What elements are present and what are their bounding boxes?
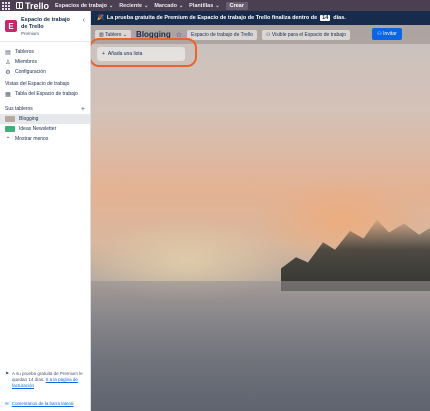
banner-text-end: días. [333, 15, 346, 21]
chevron-down-icon: ⌄ [144, 2, 149, 9]
members-icon: ♙ [5, 59, 11, 66]
visibility-icon: ⚇ [265, 31, 271, 38]
workspace-plan: Premium [21, 31, 40, 36]
sidebar-board-blogging[interactable]: Blogging [0, 114, 90, 124]
boards-heading: Sus tableros + [0, 104, 90, 114]
board-icon: ▤ [5, 49, 11, 56]
banner-text: La prueba gratuita de Premium de Espacio… [106, 15, 318, 21]
sidebar-item-label: Tableros [15, 49, 34, 55]
board-view-icon: ▥ [99, 31, 104, 38]
show-less-button[interactable]: ⌃ Mostrar menos [0, 134, 90, 144]
views-heading: Vistas del Espacio de trabajo [5, 81, 70, 87]
board-thumbnail [5, 126, 15, 132]
add-board-icon[interactable]: + [81, 106, 85, 113]
workspace-button[interactable]: Espacio de trabajo de Trello [186, 29, 257, 40]
sidebar-item-label: Tabla del Espacio de trabajo [15, 91, 78, 97]
app-switcher-icon[interactable] [2, 1, 10, 10]
sidebar-board-ideas-newsletter[interactable]: Ideas Newsletter [0, 124, 90, 134]
collapse-sidebar-icon[interactable]: ‹ [83, 17, 85, 24]
sidebar-divider [0, 41, 90, 42]
workspace-info: Espacio de trabajo de Trello Premium [21, 17, 71, 36]
trello-logo-icon [16, 2, 23, 9]
table-icon: ▦ [5, 91, 11, 98]
board-area: 🎉 La prueba gratuita de Premium de Espac… [91, 11, 430, 411]
nav-starred[interactable]: Marcado ⌄ [154, 3, 183, 9]
settings-icon: ⚙ [5, 69, 11, 76]
nav-templates[interactable]: Plantillas ⌄ [189, 3, 219, 9]
sidebar-feedback[interactable]: ✉ Comentarios de la barra lateral [5, 401, 87, 407]
board-thumbnail [5, 116, 15, 122]
chevron-down-icon: ⌄ [178, 2, 184, 9]
chevron-down-icon: ⌄ [122, 31, 128, 38]
workspace-name[interactable]: Espacio de trabajo de Trello [21, 17, 71, 31]
top-navigation: Trello Espacios de trabajo ⌄ Reciente ⌄ Ma… [0, 0, 430, 11]
chevron-down-icon: ⌄ [215, 2, 220, 9]
sidebar-item-settings[interactable]: ⚙ Configuración [0, 67, 90, 77]
sidebar-item-workspace-table[interactable]: ▦ Tabla del Espacio de trabajo [0, 89, 90, 99]
feedback-icon: ✉ [5, 401, 9, 406]
party-icon: 🎉 [97, 15, 104, 21]
workspace-header: E Espacio de trabajo de Trello Premium ‹ [0, 11, 90, 36]
sidebar: E Espacio de trabajo de Trello Premium ‹… [0, 11, 91, 411]
lake-reflection [91, 281, 430, 411]
trial-text-block: A su prueba gratuita de Premium le queda… [12, 371, 87, 389]
show-less-label: Mostrar menos [15, 136, 49, 142]
trial-note: ⚑ A su prueba gratuita de Premium le que… [5, 371, 87, 389]
annotation-highlight [91, 38, 197, 67]
sidebar-item-label: Miembros [15, 59, 37, 65]
invite-label: Invitar [383, 31, 397, 37]
add-member-icon: ⚇ [377, 31, 382, 37]
boards-heading-label: Sus tableros [5, 106, 33, 112]
trello-logo[interactable]: Trello [16, 1, 49, 11]
create-button[interactable]: Crear [225, 1, 248, 10]
workspace-avatar[interactable]: E [5, 20, 17, 32]
nav-recent[interactable]: Reciente ⌄ [119, 3, 148, 9]
chevron-up-icon: ⌃ [5, 136, 11, 143]
invite-button[interactable]: ⚇ Invitar [372, 28, 402, 40]
visibility-label: Visible para el Espacio de trabajo [271, 31, 346, 38]
sidebar-item-members[interactable]: ♙ Miembros [0, 57, 90, 67]
sidebar-item-label: Blogging [19, 116, 39, 122]
nav-workspaces[interactable]: Espacios de trabajo ⌄ [55, 3, 113, 9]
visibility-button[interactable]: ⚇ Visible para el Espacio de trabajo [261, 29, 350, 40]
sidebar-item-label: Configuración [15, 69, 46, 75]
sidebar-item-label: Ideas Newsletter [19, 126, 57, 132]
feedback-link[interactable]: Comentarios de la barra lateral [12, 401, 74, 407]
trial-banner: 🎉 La prueba gratuita de Premium de Espac… [91, 11, 430, 25]
banner-days-badge: 14 [320, 15, 331, 21]
chevron-down-icon: ⌄ [108, 2, 114, 9]
board-view-label: Tablero [105, 31, 122, 38]
trial-icon: ⚑ [5, 371, 10, 376]
sidebar-item-boards[interactable]: ▤ Tableros [0, 47, 90, 57]
